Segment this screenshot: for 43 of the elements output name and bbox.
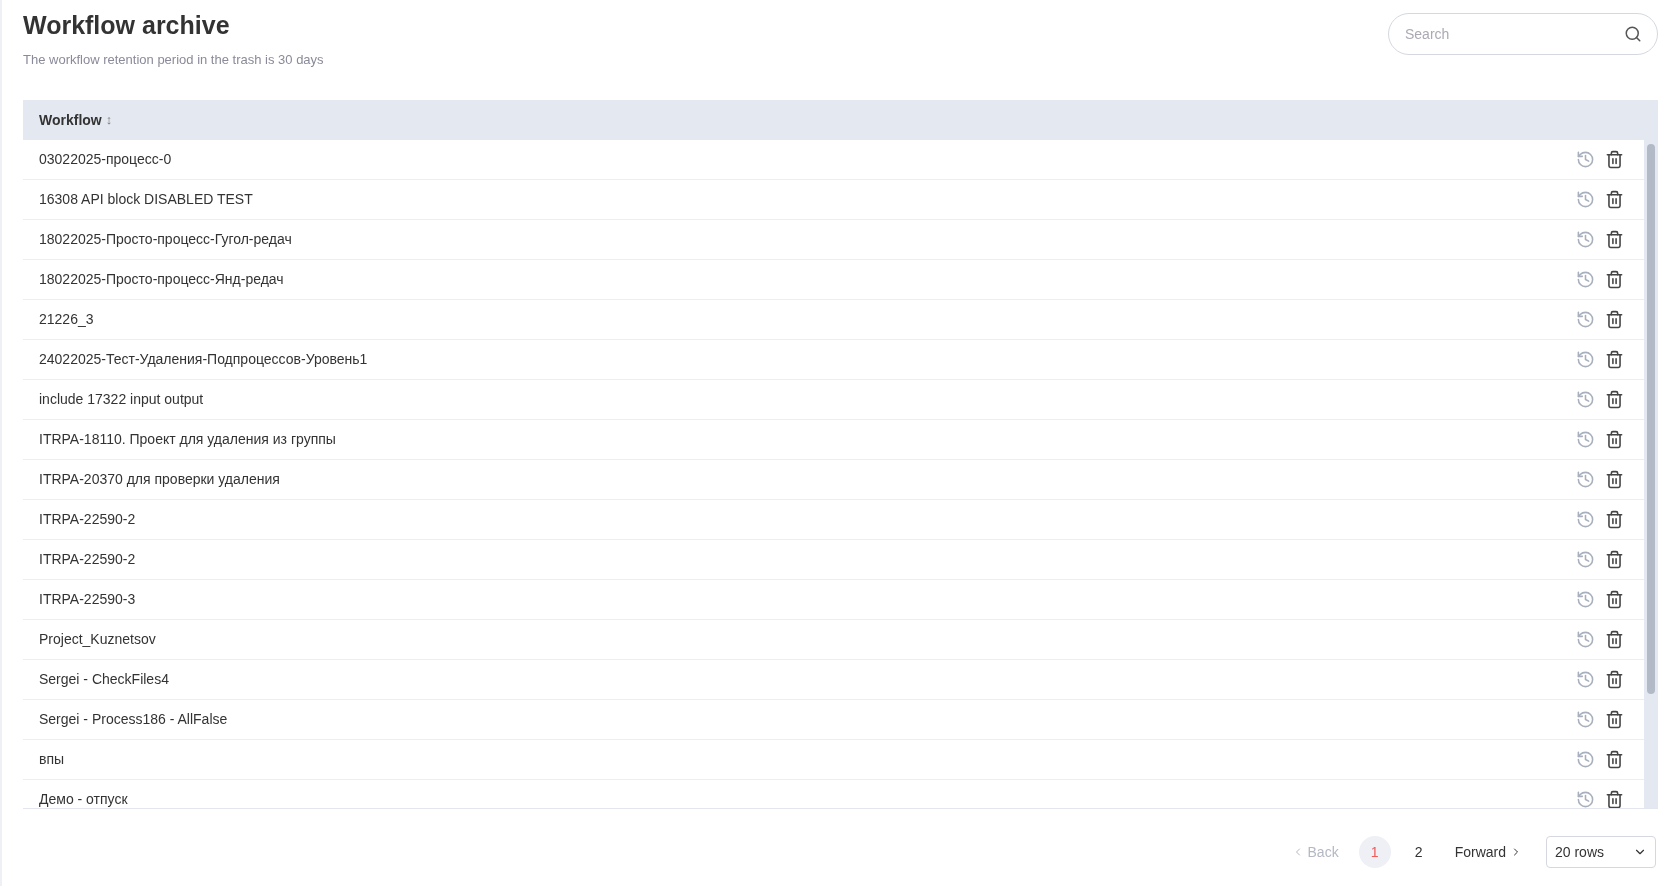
trash-icon[interactable]	[1605, 550, 1624, 569]
trash-icon[interactable]	[1605, 790, 1624, 808]
workflow-name: 18022025-Просто-процесс-Янд-редач	[39, 270, 285, 289]
page-button[interactable]: 2	[1402, 836, 1435, 868]
trash-icon[interactable]	[1605, 470, 1624, 489]
search-icon[interactable]	[1624, 25, 1642, 43]
workflow-name: ITRPA-22590-2	[39, 550, 137, 569]
workflow-name: Project_Kuznetsov	[39, 630, 157, 649]
workflow-name: 21226_3	[39, 310, 95, 329]
workflow-name: ITRPA-20370 для проверки удаления	[39, 470, 281, 489]
trash-icon[interactable]	[1605, 750, 1624, 769]
sort-icon[interactable]: ↕	[105, 110, 113, 130]
trash-icon[interactable]	[1605, 190, 1624, 209]
workflow-name: 16308 API block DISABLED TEST	[39, 190, 254, 209]
trash-icon[interactable]	[1605, 590, 1624, 609]
column-header[interactable]: Workflow ↕	[39, 109, 113, 131]
workflow-name: впы	[39, 750, 66, 769]
trash-icon[interactable]	[1605, 430, 1624, 449]
workflow-name: ITRPA-22590-2	[39, 510, 137, 529]
trash-icon[interactable]	[1605, 670, 1624, 689]
trash-icon[interactable]	[1605, 150, 1624, 169]
workflow-name: 18022025-Просто-процесс-Гугол-редач	[39, 230, 293, 249]
workflow-name: 24022025-Тест-Удаления-Подпроцессов-Уровень1	[39, 350, 369, 369]
workflow-name: Sergei - Process186 - AllFalse	[39, 710, 229, 729]
trash-icon[interactable]	[1605, 350, 1624, 369]
forward-button[interactable]: Forward	[1454, 841, 1522, 863]
search-field[interactable]: Search	[1388, 13, 1658, 55]
workflow-name: 03022025-процесс-0	[39, 150, 173, 169]
workflow-name: ITRPA-18110. Проект для удаления из группы	[39, 430, 337, 449]
page-size-select[interactable]: 20 rows	[1546, 836, 1656, 868]
page-subtitle: The workflow retention period in the trash is 30 days	[23, 51, 324, 69]
trash-icon[interactable]	[1605, 390, 1624, 409]
trash-icon[interactable]	[1605, 630, 1624, 649]
trash-icon[interactable]	[1605, 230, 1624, 249]
trash-icon[interactable]	[1605, 270, 1624, 289]
trash-icon[interactable]	[1605, 710, 1624, 729]
workflow-name: Демо - отпуск	[39, 790, 129, 808]
trash-icon[interactable]	[1605, 510, 1624, 529]
page-title: Workflow archive	[23, 10, 231, 40]
workflow-name: ITRPA-22590-3	[39, 590, 137, 609]
workflow-name: include 17322 input output	[39, 390, 205, 409]
trash-icon[interactable]	[1605, 310, 1624, 329]
workflow-name: Sergei - CheckFiles4	[39, 670, 170, 689]
